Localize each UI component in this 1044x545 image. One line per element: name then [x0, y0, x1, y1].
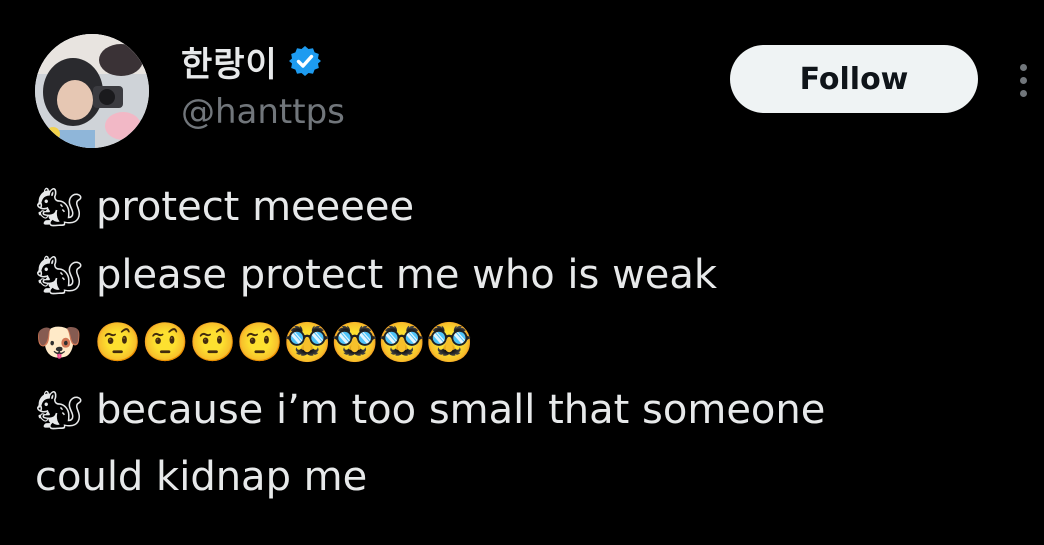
post-line-text: protect meeeee — [83, 184, 415, 230]
squirrel-icon: 🐿 — [35, 387, 84, 432]
post-line-2: 🐿 please protect me who is weak — [35, 242, 1035, 310]
squirrel-icon: 🐿 — [35, 252, 84, 297]
avatar[interactable] — [35, 34, 149, 148]
post-text: 🐿 protect meeeee 🐿 please protect me who… — [35, 174, 1035, 512]
post-line-text: because i’m too small that someone — [83, 386, 826, 433]
display-name[interactable]: 한랑이 — [181, 37, 278, 86]
more-dot — [1019, 63, 1027, 71]
more-dot — [1019, 89, 1027, 97]
emoji-sequence: 🤨🤨🤨🤨🥸🥸🥸🥸 — [82, 320, 473, 364]
verified-badge-icon — [288, 44, 322, 78]
squirrel-icon: 🐿 — [35, 185, 84, 229]
more-vertical-icon[interactable] — [1008, 56, 1038, 104]
post-line-text: could kidnap me — [35, 454, 368, 500]
more-dot — [1019, 76, 1027, 84]
post-line-1: 🐿 protect meeeee — [35, 174, 1035, 242]
post-card: 한랑이 @hanttps Follow 🐿 protect meeeee 🐿 p… — [0, 0, 1044, 545]
follow-button[interactable]: Follow — [730, 45, 978, 113]
post-line-5: could kidnap me — [35, 444, 1035, 512]
post-line-4: 🐿 because i’m too small that someone — [35, 377, 1035, 445]
author-name-row[interactable]: 한랑이 — [181, 37, 322, 86]
dog-face-icon: 🐶 — [35, 320, 83, 364]
post-line-3: 🐶 🤨🤨🤨🤨🥸🥸🥸🥸 — [35, 309, 1035, 377]
post-line-text: please protect me who is weak — [83, 251, 718, 298]
avatar-image — [35, 34, 149, 148]
author-handle[interactable]: @hanttps — [181, 92, 345, 132]
